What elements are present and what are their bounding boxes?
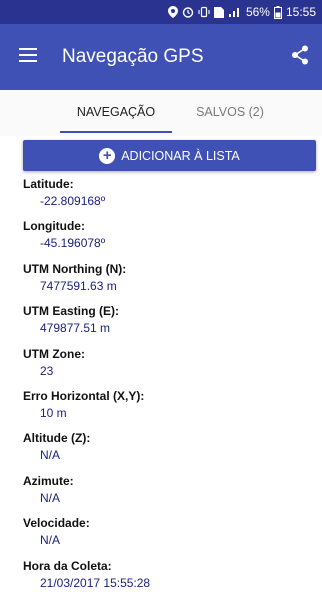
status-bar: 56% 15:55	[0, 0, 322, 24]
field-altitude: Altitude (Z): N/A	[23, 430, 313, 472]
field-utm-easting: UTM Easting (E): 479877.51 m	[23, 303, 313, 345]
add-to-list-button[interactable]: + ADICIONAR À LISTA	[23, 140, 316, 171]
field-value: 21/03/2017 15:55:28	[40, 575, 151, 590]
field-collection-time: Hora da Coleta: 21/03/2017 15:55:28	[23, 558, 313, 600]
field-value: 10 m	[40, 405, 67, 420]
battery-icon	[273, 5, 282, 19]
field-value: -45.196078º	[40, 236, 106, 251]
signal-icon	[228, 6, 242, 18]
field-azimuth: Azimute: N/A	[23, 473, 313, 515]
field-label: Longitude:	[23, 219, 85, 234]
gps-fields: Latitude: -22.809168º Longitude: -45.196…	[23, 176, 313, 600]
field-label: UTM Northing (N):	[23, 261, 127, 276]
field-utm-zone: UTM Zone: 23	[23, 346, 313, 388]
field-latitude: Latitude: -22.809168º	[23, 176, 313, 218]
field-value: N/A	[40, 533, 61, 548]
tab-salvos[interactable]: SALVOS (2)	[180, 90, 280, 134]
field-utm-northing: UTM Northing (N): 7477591.63 m	[23, 261, 313, 303]
field-value: N/A	[40, 448, 61, 463]
menu-button[interactable]	[0, 24, 56, 90]
clock: 15:55	[285, 5, 316, 19]
tab-bar: NAVEGAÇÃO SALVOS (2)	[0, 90, 322, 136]
field-value: 479877.51 m	[40, 321, 111, 336]
field-label: UTM Easting (E):	[23, 304, 119, 319]
share-icon	[291, 45, 309, 70]
field-horizontal-error: Erro Horizontal (X,Y): 10 m	[23, 388, 313, 430]
field-speed: Velocidade: N/A	[23, 515, 313, 557]
field-label: Velocidade:	[23, 516, 90, 531]
location-icon	[167, 6, 178, 18]
field-label: Altitude (Z):	[23, 431, 91, 446]
sim-icon	[213, 6, 224, 18]
add-to-list-label: ADICIONAR À LISTA	[121, 148, 240, 163]
menu-icon	[19, 47, 37, 67]
share-button[interactable]	[278, 24, 322, 90]
field-value: 7477591.63 m	[40, 278, 117, 293]
app-title: Navegação GPS	[62, 46, 204, 67]
vibrate-icon	[198, 6, 210, 18]
field-value: -22.809168º	[40, 194, 106, 208]
field-label: Azimute:	[23, 473, 74, 488]
active-tab-indicator	[60, 131, 172, 133]
add-circle-icon: +	[99, 147, 116, 164]
field-label: Latitude:	[23, 177, 74, 191]
alarm-icon	[182, 6, 194, 18]
app-bar: Navegação GPS	[0, 24, 322, 90]
field-label: Erro Horizontal (X,Y):	[23, 388, 145, 403]
field-value: N/A	[40, 490, 61, 505]
battery-percent: 56%	[245, 5, 270, 19]
field-label: UTM Zone:	[23, 346, 85, 361]
field-longitude: Longitude: -45.196078º	[23, 218, 313, 260]
tab-navegacao[interactable]: NAVEGAÇÃO	[60, 90, 172, 134]
field-value: 23	[40, 363, 54, 378]
